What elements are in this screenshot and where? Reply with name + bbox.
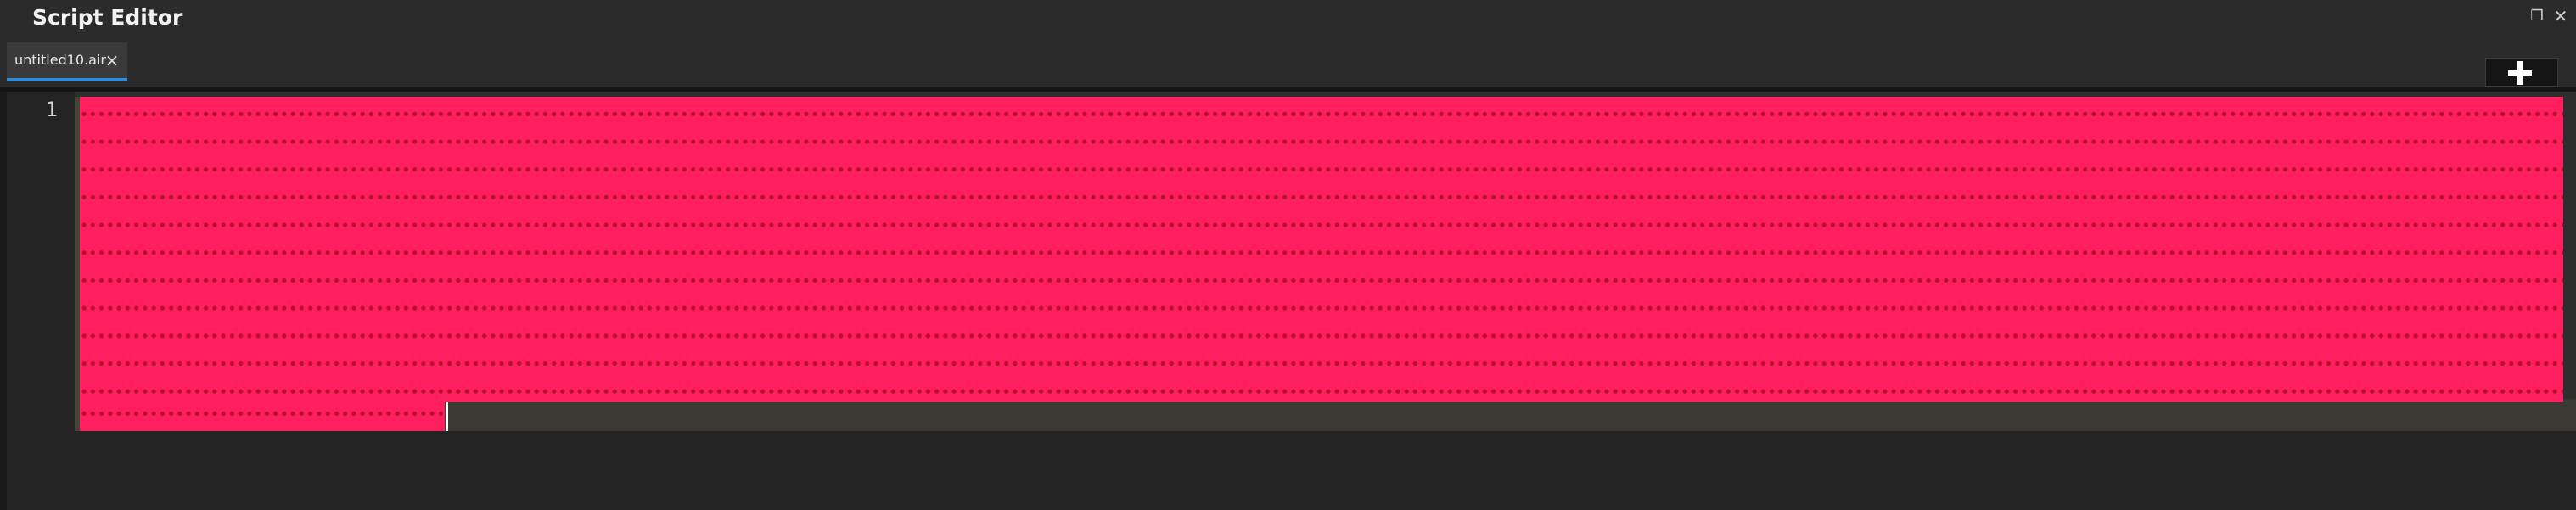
tab-label: untitled10.air — [14, 52, 106, 68]
tab-bar: untitled10.air × — [0, 36, 2576, 111]
restore-icon[interactable]: ❐ — [2528, 5, 2546, 27]
text-selection[interactable] — [75, 92, 2563, 431]
tab-untitled10[interactable]: untitled10.air × — [7, 42, 127, 81]
script-editor-window: Script Editor ❐ ✕ untitled10.air × 1 — [0, 0, 2576, 510]
title-bar: Script Editor ❐ ✕ — [0, 0, 2576, 36]
code-editor[interactable]: 1 — [0, 87, 2576, 510]
line-number-gutter: 1 — [7, 92, 75, 510]
editor-left-edge — [0, 92, 7, 510]
tab-close-icon[interactable]: × — [102, 42, 122, 78]
text-caret — [446, 402, 448, 431]
plus-icon — [2508, 61, 2532, 85]
close-window-icon[interactable]: ✕ — [2550, 5, 2572, 27]
add-tab-button[interactable] — [2485, 58, 2558, 87]
window-title: Script Editor — [32, 5, 183, 30]
line-number: 1 — [45, 98, 58, 121]
selected-whitespace-tail — [80, 402, 445, 431]
selected-whitespace — [80, 97, 2563, 402]
